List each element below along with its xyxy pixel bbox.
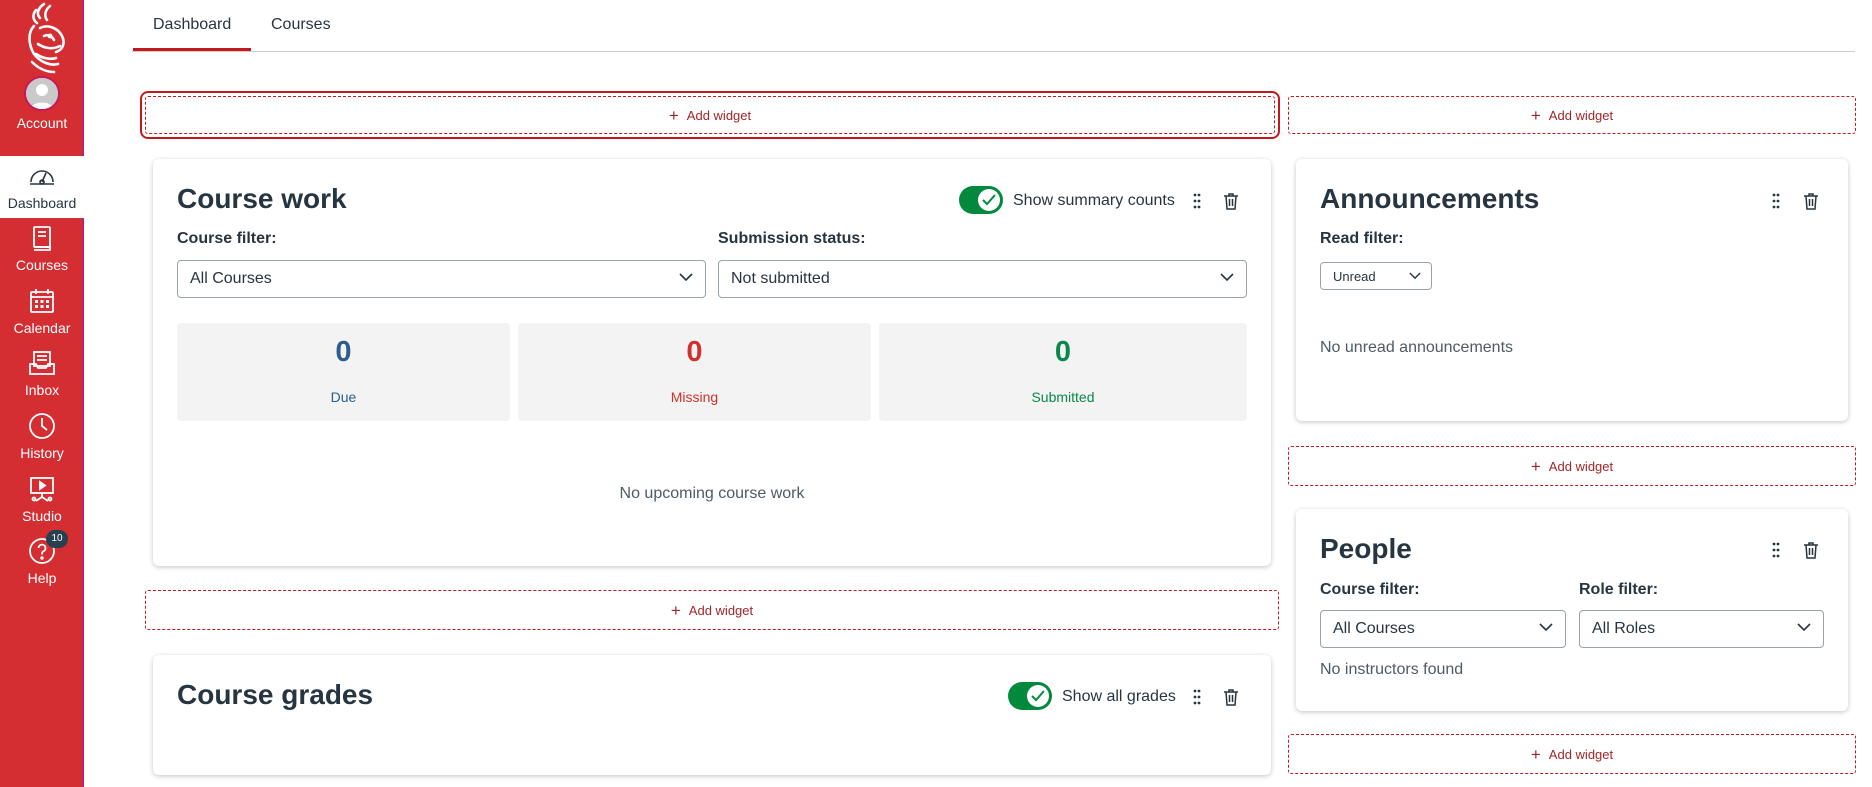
inbox-icon bbox=[27, 348, 57, 378]
read-filter-label: Read filter: bbox=[1320, 230, 1404, 247]
submission-status-value: Not submitted bbox=[731, 270, 830, 287]
empty-state-text: No unread announcements bbox=[1320, 339, 1514, 356]
submitted-label: Submitted bbox=[1031, 389, 1095, 405]
add-widget-button[interactable]: + Add widget bbox=[140, 91, 1280, 139]
widget-title: Announcements bbox=[1320, 183, 1540, 214]
add-widget-button[interactable]: + Add widget bbox=[145, 590, 1279, 630]
tab-dashboard[interactable]: Dashboard bbox=[132, 16, 252, 51]
clock-icon bbox=[27, 411, 57, 441]
nav-item-label: Account bbox=[16, 115, 68, 131]
course-grades-widget: Course grades Show all grades bbox=[153, 655, 1271, 775]
add-widget-label: Add widget bbox=[686, 107, 752, 123]
plus-icon: + bbox=[668, 105, 679, 125]
add-widget-button[interactable]: + Add widget bbox=[1288, 96, 1856, 134]
role-filter-select[interactable]: All Roles bbox=[1579, 610, 1824, 648]
nav-item-label: Dashboard bbox=[7, 195, 77, 211]
dashboard-icon bbox=[27, 161, 57, 191]
toggle-label: Show summary counts bbox=[1013, 192, 1175, 209]
people-course-filter-select[interactable]: All Courses bbox=[1320, 610, 1566, 648]
read-filter-value: Unread bbox=[1333, 268, 1376, 284]
plus-icon: + bbox=[1530, 105, 1541, 125]
course-filter-label: Course filter: bbox=[177, 230, 277, 247]
courses-icon bbox=[27, 223, 57, 253]
drag-handle-icon[interactable] bbox=[1765, 539, 1787, 561]
nav-item-label: Courses bbox=[15, 257, 69, 273]
add-widget-label: Add widget bbox=[1548, 746, 1614, 762]
user-avatar-icon bbox=[24, 76, 60, 111]
nav-item-calendar[interactable]: Calendar bbox=[0, 281, 84, 343]
global-navigation: Account Dashboard Courses Calendar Inbox… bbox=[0, 0, 84, 787]
nav-item-label: Help bbox=[27, 570, 57, 586]
chevron-down-icon bbox=[1220, 273, 1234, 282]
school-logo[interactable] bbox=[14, 0, 70, 78]
widget-title: People bbox=[1320, 533, 1412, 564]
chevron-down-icon bbox=[1409, 272, 1421, 280]
chevron-down-icon bbox=[1797, 623, 1811, 632]
help-notification-badge: 10 bbox=[46, 530, 68, 548]
trash-icon[interactable] bbox=[1220, 190, 1242, 212]
dashboard-tabs: Dashboard Courses bbox=[132, 0, 1855, 52]
trash-icon[interactable] bbox=[1800, 190, 1822, 212]
nav-item-dashboard[interactable]: Dashboard bbox=[0, 156, 84, 218]
course-work-widget: Course work Show summary counts Course f… bbox=[153, 159, 1271, 566]
check-icon bbox=[1027, 685, 1049, 707]
due-count-tile[interactable]: 0 Due bbox=[177, 323, 510, 421]
chevron-down-icon bbox=[1539, 623, 1553, 632]
submission-status-select[interactable]: Not submitted bbox=[718, 260, 1247, 298]
drag-handle-icon[interactable] bbox=[1186, 190, 1208, 212]
course-filter-label: Course filter: bbox=[1320, 581, 1420, 598]
role-filter-label: Role filter: bbox=[1579, 581, 1659, 598]
toggle-label: Show all grades bbox=[1062, 688, 1176, 705]
nav-item-courses[interactable]: Courses bbox=[0, 218, 84, 280]
nav-item-label: Calendar bbox=[13, 320, 71, 336]
role-filter-value: All Roles bbox=[1592, 620, 1656, 637]
drag-handle-icon[interactable] bbox=[1765, 190, 1787, 212]
check-icon bbox=[978, 189, 1000, 211]
nav-item-label: History bbox=[20, 445, 64, 461]
due-count: 0 bbox=[335, 336, 352, 368]
drag-handle-icon[interactable] bbox=[1186, 686, 1208, 708]
plus-icon: + bbox=[1530, 744, 1541, 764]
course-filter-value: All Courses bbox=[190, 270, 272, 287]
studio-icon bbox=[27, 474, 57, 504]
summary-counts-toggle[interactable] bbox=[959, 186, 1003, 214]
widget-title: Course grades bbox=[177, 679, 374, 710]
add-widget-button[interactable]: + Add widget bbox=[1288, 446, 1856, 486]
nav-item-studio[interactable]: Studio bbox=[0, 469, 84, 531]
nav-item-help[interactable]: Help bbox=[0, 531, 84, 593]
show-all-grades-toggle[interactable] bbox=[1008, 682, 1052, 710]
announcements-widget: Announcements Read filter: Unread No unr… bbox=[1296, 159, 1848, 421]
submitted-count: 0 bbox=[1054, 336, 1072, 368]
calendar-icon bbox=[27, 286, 57, 316]
course-filter-value: All Courses bbox=[1333, 620, 1415, 637]
add-widget-button[interactable]: + Add widget bbox=[1288, 734, 1856, 774]
nav-item-label: Inbox bbox=[24, 382, 60, 398]
widget-title: Course work bbox=[177, 183, 347, 214]
missing-count-tile[interactable]: 0 Missing bbox=[518, 323, 871, 421]
submitted-count-tile[interactable]: 0 Submitted bbox=[879, 323, 1247, 421]
add-widget-label: Add widget bbox=[1548, 107, 1614, 123]
empty-state-text: No upcoming course work bbox=[619, 485, 805, 502]
nav-item-history[interactable]: History bbox=[0, 406, 84, 468]
plus-icon: + bbox=[670, 600, 681, 620]
trash-icon[interactable] bbox=[1800, 539, 1822, 561]
submission-status-label: Submission status: bbox=[718, 230, 866, 247]
tab-courses[interactable]: Courses bbox=[271, 16, 331, 34]
course-filter-select[interactable]: All Courses bbox=[177, 260, 706, 298]
missing-count: 0 bbox=[686, 336, 703, 368]
read-filter-select[interactable]: Unread bbox=[1320, 262, 1432, 290]
nav-item-account[interactable]: Account bbox=[0, 76, 84, 138]
add-widget-label: Add widget bbox=[1548, 458, 1614, 474]
people-widget: People Course filter: All Courses Role f… bbox=[1296, 509, 1848, 711]
missing-label: Missing bbox=[670, 389, 719, 405]
plus-icon: + bbox=[1530, 456, 1541, 476]
empty-state-text: No instructors found bbox=[1320, 661, 1464, 678]
nav-item-label: Studio bbox=[22, 508, 62, 524]
nav-item-inbox[interactable]: Inbox bbox=[0, 343, 84, 405]
add-widget-label: Add widget bbox=[688, 602, 754, 618]
chevron-down-icon bbox=[679, 273, 693, 282]
due-label: Due bbox=[330, 389, 357, 405]
trash-icon[interactable] bbox=[1220, 686, 1242, 708]
